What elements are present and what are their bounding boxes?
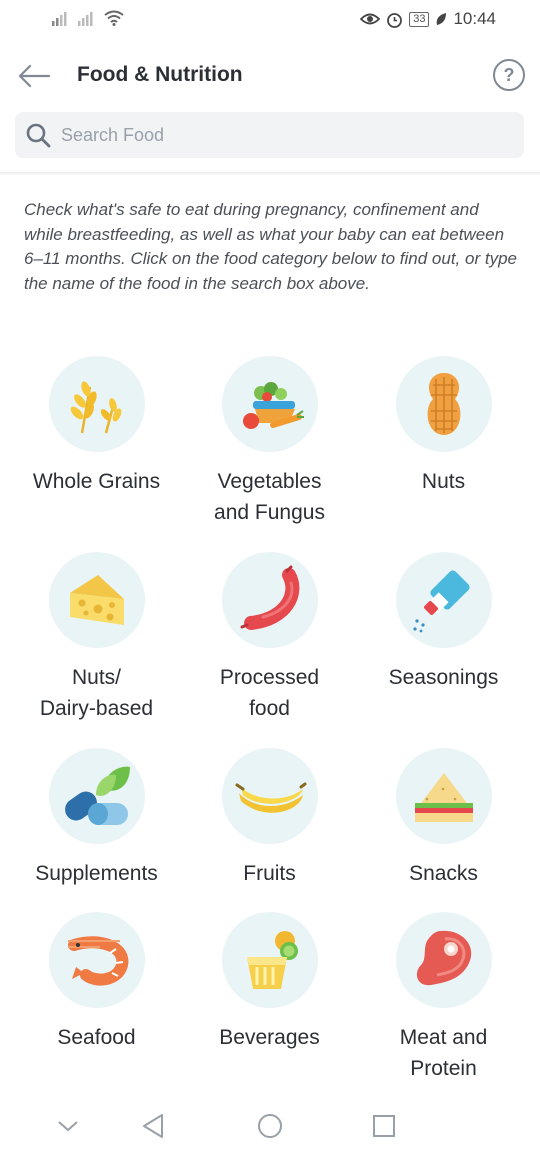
wheat-icon [48,356,145,452]
back-button[interactable] [16,58,56,94]
search-input[interactable] [61,112,511,158]
category-label-line1: Seafood [57,1026,136,1049]
salt-shaker-icon [395,552,492,648]
vegetable-basket-icon [221,356,318,452]
sausage-icon [221,552,318,648]
category-label-line2: food [249,697,290,720]
category-label-line1: Supplements [35,862,158,885]
category-label-line1: Processed [219,666,320,689]
intro-text: Check what's safe to eat during pregnanc… [24,200,517,293]
clock: 10:44 [453,9,496,28]
recents-square-icon [373,1115,395,1137]
pills-icon [48,748,145,844]
battery-level: 33 [409,11,430,27]
category-snacks[interactable]: Snacks [357,748,530,889]
cheese-icon [48,552,145,648]
category-label-line1: Vegetables [217,470,322,493]
category-meat-protein[interactable]: Meat and Protein [357,912,530,1084]
category-label-line2: Protein [410,1057,477,1080]
category-label-line1: Seasonings [388,666,499,689]
collapse-chevron-icon [58,1121,78,1132]
category-label-line2: and Fungus [214,501,325,524]
category-label-line1: Snacks [409,862,478,885]
category-whole-grains[interactable]: Whole Grains [10,356,183,497]
shrimp-icon [48,912,145,1008]
wifi-icon [104,10,124,26]
back-arrow-icon [18,64,51,88]
category-label-line1: Nuts [421,470,466,493]
cell-signal-icon-2 [78,12,93,26]
category-label-line1: Meat and [399,1026,488,1049]
category-seasonings[interactable]: Seasonings [357,552,530,693]
search-bar [15,112,524,158]
back-triangle-icon [143,1114,163,1138]
category-dairy-based[interactable]: Nuts/ Dairy-based [10,552,183,724]
category-fruits[interactable]: Fruits [183,748,356,889]
page-title: Food & Nutrition [77,63,243,86]
nav-back-button[interactable] [138,1110,170,1142]
category-seafood[interactable]: Seafood [10,912,183,1053]
eye-icon [360,13,381,25]
sandwich-icon [395,748,492,844]
leaf-icon [437,13,447,25]
peanut-icon [395,356,492,452]
category-nuts[interactable]: Nuts [357,356,530,497]
help-button[interactable]: ? [493,59,525,91]
alarm-icon [387,12,403,28]
banana-icon [221,748,318,844]
app-header: Food & Nutrition ? [0,46,540,106]
category-beverages[interactable]: Beverages [183,912,356,1053]
category-label-line1: Nuts/ [71,666,121,689]
meat-steak-icon [395,912,492,1008]
home-circle-icon [258,1114,282,1138]
category-label-line1: Whole Grains [32,470,161,493]
category-label-line1: Fruits [243,862,296,885]
search-icon [26,123,51,148]
category-supplements[interactable]: Supplements [10,748,183,889]
category-vegetables-fungus[interactable]: Vegetables and Fungus [183,356,356,528]
collapse-button[interactable] [52,1110,84,1142]
header-divider [0,172,540,176]
status-bar: 33 10:44 [0,0,540,40]
category-processed-food[interactable]: Processed food [183,552,356,724]
drink-glass-icon [221,912,318,1008]
category-label-line2: Dairy-based [39,697,154,720]
nav-home-button[interactable] [254,1110,286,1142]
nav-recents-button[interactable] [368,1110,400,1142]
cell-signal-icon [52,12,67,26]
category-label-line1: Beverages [219,1026,320,1049]
system-nav-bar [0,1098,540,1156]
